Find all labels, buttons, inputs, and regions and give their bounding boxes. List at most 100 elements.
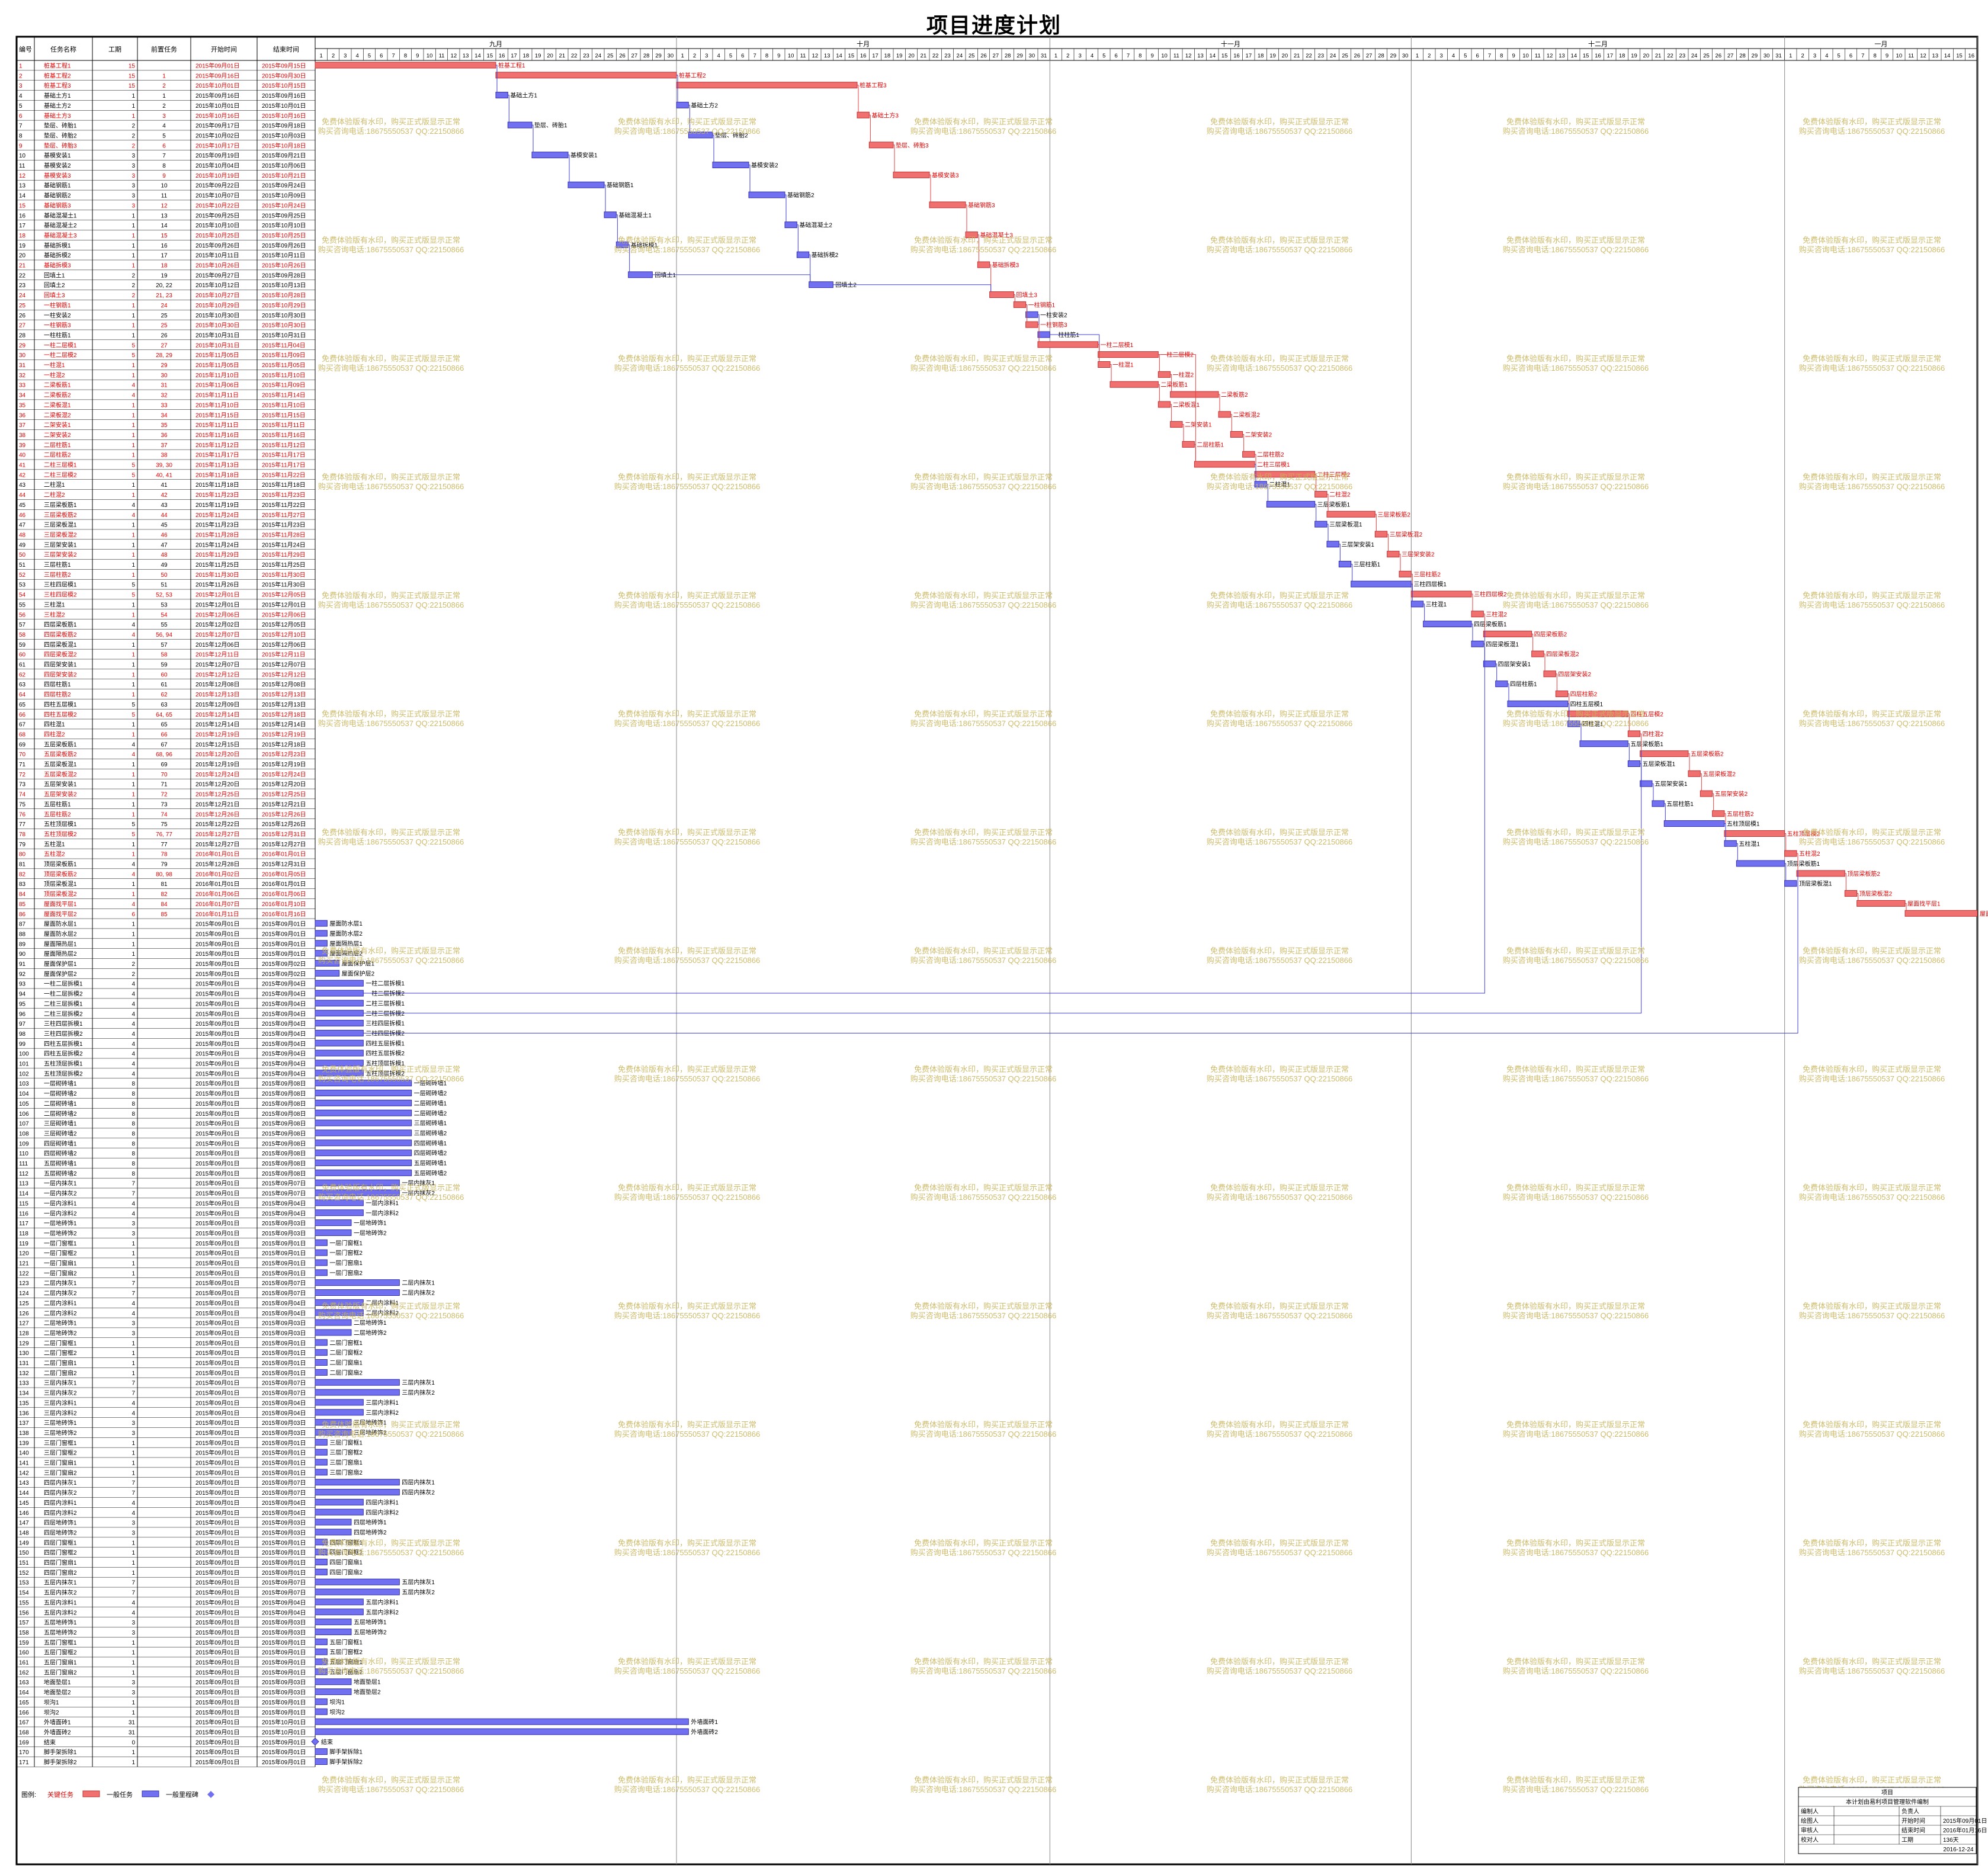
table-cell: 2015年09月26日 bbox=[262, 242, 306, 249]
watermark-line: 购买咨询电话:18675550537 QQ:22150866 bbox=[614, 956, 760, 965]
table-cell: 2015年09月04日 bbox=[262, 1399, 306, 1407]
task-bar bbox=[989, 291, 1014, 298]
table-cell: 24 bbox=[19, 293, 26, 299]
bar-label: 四层内涂料2 bbox=[365, 1508, 399, 1516]
bar-label: 垫层、砖胎3 bbox=[896, 142, 929, 149]
table-cell: 58 bbox=[19, 632, 26, 638]
bar-label: 四柱五层模1 bbox=[1570, 700, 1604, 708]
table-cell: 2 bbox=[132, 123, 135, 130]
table-cell: 四柱五层拆模1 bbox=[44, 1040, 83, 1048]
table-cell: 四柱五层拆模2 bbox=[44, 1050, 83, 1058]
table-cell: 一柱二层模2 bbox=[44, 351, 77, 359]
table-cell: 3 bbox=[132, 203, 135, 209]
day-label: 26 bbox=[1716, 53, 1722, 59]
watermark-line: 购买咨询电话:18675550537 QQ:22150866 bbox=[1207, 1785, 1352, 1794]
table-cell: 8 bbox=[132, 1121, 135, 1128]
table-cell: 2015年09月01日 bbox=[195, 1509, 240, 1517]
table-cell: 3 bbox=[132, 1420, 135, 1427]
watermark-line: 购买咨询电话:18675550537 QQ:22150866 bbox=[1799, 1193, 1945, 1202]
dependency-link bbox=[532, 124, 534, 152]
table-cell: 8 bbox=[132, 1111, 135, 1118]
table-cell: 1 bbox=[132, 772, 135, 778]
table-cell: 1 bbox=[132, 1540, 135, 1546]
table-cell: 2015年10月11日 bbox=[262, 252, 306, 259]
table-cell: 23 bbox=[19, 282, 26, 289]
table-cell: 三层砌砖墙2 bbox=[44, 1129, 77, 1137]
table-cell: 159 bbox=[19, 1640, 29, 1646]
day-label: 25 bbox=[607, 53, 614, 59]
table-cell: 2 bbox=[132, 143, 135, 149]
bar-label: 三层内涂料1 bbox=[365, 1399, 399, 1407]
table-cell: 屋面隔热层2 bbox=[44, 950, 77, 958]
watermark-line: 免费体验版有水印，购买正式版显示正常 bbox=[1506, 709, 1645, 718]
watermark-line: 免费体验版有水印，购买正式版显示正常 bbox=[618, 1302, 756, 1311]
dependency-link bbox=[363, 631, 1485, 994]
table-cell: 114 bbox=[19, 1191, 28, 1197]
table-cell: 2015年12月13日 bbox=[195, 691, 240, 698]
task-bar bbox=[315, 1489, 400, 1496]
table-cell: 一柱钢筋3 bbox=[44, 322, 71, 329]
table-cell: 21 bbox=[19, 263, 26, 269]
watermark-line: 免费体验版有水印，购买正式版显示正常 bbox=[1506, 946, 1645, 955]
table-cell: 20, 22 bbox=[156, 282, 172, 289]
table-cell: 3 bbox=[132, 1430, 135, 1437]
table-cell: 2015年10月30日 bbox=[195, 312, 240, 319]
task-bar bbox=[495, 72, 677, 79]
table-cell: 1 bbox=[132, 951, 135, 958]
bar-label: 基础拆模2 bbox=[812, 251, 839, 259]
watermark-line: 购买咨询电话:18675550537 QQ:22150866 bbox=[1207, 245, 1352, 254]
table-cell: 49 bbox=[19, 542, 26, 548]
gantt-chart: 编号 任务名称 工期 前置任务 开始时间 结束时间九月1 2 3 4 5 6 7 8 9 10 11 12 13 1… bbox=[15, 36, 1988, 1866]
legend-summary-label: 一般里程碑 bbox=[166, 1791, 198, 1799]
watermark-line: 免费体验版有水印，购买正式版显示正常 bbox=[914, 117, 1053, 126]
table-cell: 桩基工程2 bbox=[44, 72, 71, 79]
table-cell: 27 bbox=[161, 342, 168, 349]
table-cell: 1 bbox=[132, 842, 135, 848]
table-cell: 2015年09月03日 bbox=[262, 1329, 306, 1337]
table-cell: 2015年09月01日 bbox=[195, 1000, 240, 1007]
task-bar bbox=[315, 1678, 352, 1685]
table-cell: 80 bbox=[19, 852, 26, 858]
task-bar bbox=[1266, 500, 1316, 508]
table-cell: 2015年10月13日 bbox=[262, 281, 306, 289]
day-label: 19 bbox=[1269, 53, 1276, 59]
day-label: 14 bbox=[474, 53, 481, 59]
table-cell: 四层地砖饰1 bbox=[44, 1519, 77, 1527]
table-cell: 1 bbox=[132, 931, 135, 938]
watermark-line: 购买咨询电话:18675550537 QQ:22150866 bbox=[910, 482, 1056, 491]
dependency-link bbox=[713, 134, 714, 162]
watermark-line: 购买咨询电话:18675550537 QQ:22150866 bbox=[1799, 127, 1945, 136]
table-cell: 53 bbox=[19, 582, 26, 589]
watermark-line: 购买咨询电话:18675550537 QQ:22150866 bbox=[614, 482, 760, 491]
task-bar bbox=[315, 1099, 412, 1106]
table-cell: 2015年11月27日 bbox=[262, 511, 306, 519]
table-cell: 3 bbox=[132, 1231, 135, 1237]
table-cell: 13 bbox=[161, 213, 168, 219]
watermark-line: 免费体验版有水印，购买正式版显示正常 bbox=[618, 591, 756, 600]
table-cell: 2015年09月01日 bbox=[195, 1369, 240, 1377]
table-cell: 2015年11月22日 bbox=[262, 471, 306, 479]
table-cell: 111 bbox=[19, 1161, 28, 1167]
bar-label: 四柱五层拆模2 bbox=[365, 1049, 405, 1057]
bar-label: 三层门窗扇1 bbox=[329, 1459, 363, 1466]
table-cell: 138 bbox=[19, 1430, 29, 1437]
watermark-line: 购买咨询电话:18675550537 QQ:22150866 bbox=[1503, 956, 1649, 965]
watermark-line: 免费体验版有水印，购买正式版显示正常 bbox=[914, 1420, 1053, 1429]
table-cell: 2015年09月04日 bbox=[262, 1040, 306, 1048]
watermark-line: 购买咨询电话:18675550537 QQ:22150866 bbox=[910, 1667, 1056, 1675]
table-cell: 2015年09月01日 bbox=[195, 1030, 240, 1038]
table-cell: 二层门窗框2 bbox=[44, 1349, 77, 1357]
bar-label: 基础土方2 bbox=[691, 101, 718, 109]
day-label: 22 bbox=[1306, 53, 1312, 59]
day-label: 23 bbox=[1318, 53, 1325, 59]
table-cell: 163 bbox=[19, 1680, 29, 1686]
table-cell: 垫层、砖胎1 bbox=[44, 122, 77, 130]
table-cell: 65 bbox=[161, 722, 168, 728]
day-label: 9 bbox=[1151, 53, 1154, 59]
table-cell: 41 bbox=[161, 482, 168, 489]
table-cell: 2015年10月22日 bbox=[195, 201, 240, 209]
table-cell: 4 bbox=[132, 871, 135, 878]
table-cell: 1 bbox=[132, 1660, 135, 1667]
table-cell: 四层砌砖墙1 bbox=[44, 1139, 77, 1147]
task-bar bbox=[315, 1409, 364, 1416]
